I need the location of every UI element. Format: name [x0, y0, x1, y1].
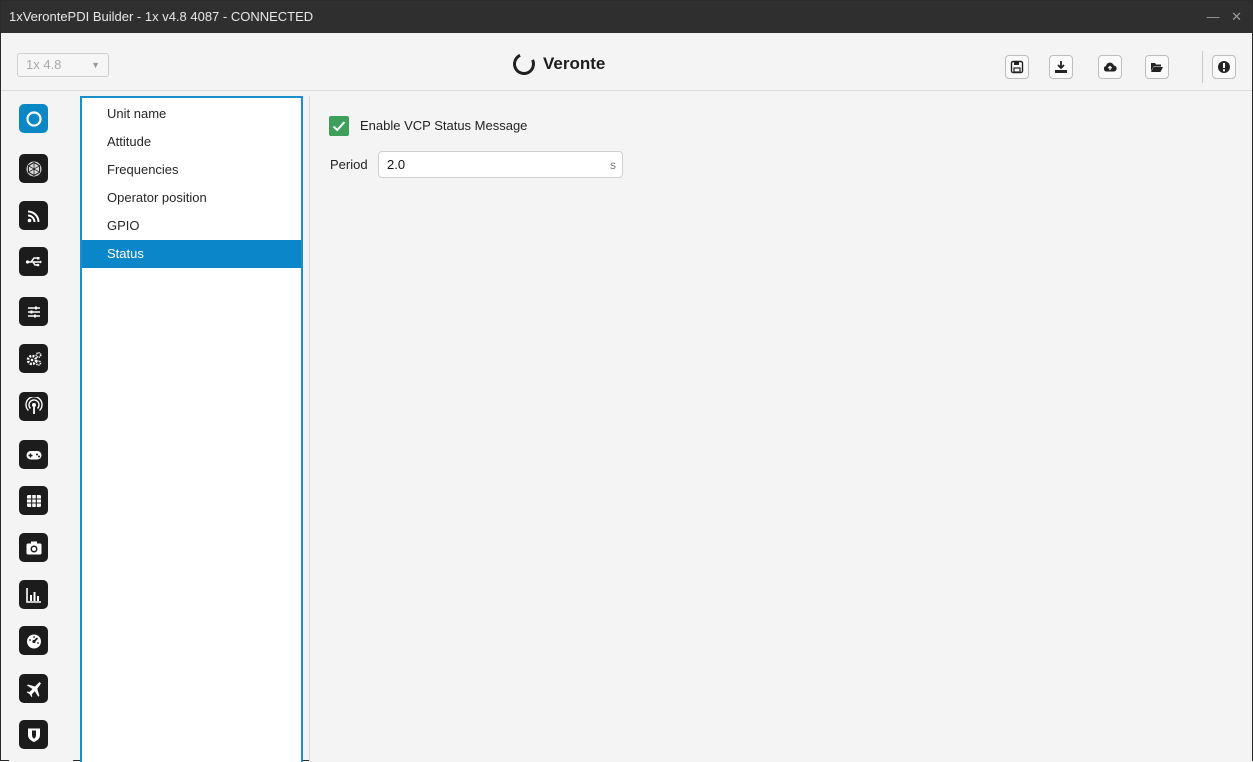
- period-value: 2.0: [387, 157, 406, 172]
- shield-icon: [27, 728, 40, 742]
- save-button[interactable]: [1005, 55, 1029, 79]
- sliders-icon: [27, 306, 40, 317]
- wifi-signal-icon: [27, 210, 39, 222]
- sidebar-signal-button[interactable]: [19, 201, 48, 230]
- gamepad-icon: [26, 450, 41, 459]
- tree-item-status[interactable]: Status: [82, 240, 301, 268]
- title-bar: 1xVerontePDI Builder - 1x v4.8 4087 - CO…: [1, 1, 1252, 33]
- veronte-logo-icon: [509, 49, 539, 79]
- open-folder-button[interactable]: [1145, 55, 1169, 79]
- airplane-icon: [26, 681, 41, 697]
- chevron-down-icon: ▼: [91, 60, 100, 70]
- download-button[interactable]: [1049, 55, 1073, 79]
- sidebar-usb-button[interactable]: [19, 247, 48, 276]
- version-select[interactable]: 1x 4.8 ▼: [17, 53, 109, 77]
- camera-icon: [26, 541, 41, 554]
- info-icon: [1218, 61, 1230, 73]
- tree-item-gpio[interactable]: GPIO: [82, 212, 301, 240]
- cloud-upload-button[interactable]: [1098, 55, 1122, 79]
- tree-item-attitude[interactable]: Attitude: [82, 128, 301, 156]
- hexagon-network-icon: [26, 161, 41, 176]
- enable-vcp-status-checkbox[interactable]: [329, 116, 349, 136]
- folder-open-icon: [1151, 63, 1163, 72]
- tree-item-operator-position[interactable]: Operator position: [82, 184, 301, 212]
- status-panel: Enable VCP Status Message Period 2.0 s: [309, 96, 1252, 762]
- sidebar-matrix-button[interactable]: [19, 486, 48, 515]
- sidebar-settings-button[interactable]: [19, 297, 48, 326]
- version-value: 1x 4.8: [26, 57, 62, 72]
- sidebar-joystick-button[interactable]: [19, 440, 48, 469]
- sidebar-security-button[interactable]: [19, 720, 48, 749]
- toolbar: 1x 4.8 ▼ Veronte: [1, 33, 1252, 91]
- usb-icon: [25, 256, 42, 266]
- sidebar-flight-button[interactable]: [19, 674, 48, 703]
- gauge-icon: [26, 634, 41, 648]
- sidebar: [9, 96, 73, 762]
- window-title: 1xVerontePDI Builder - 1x v4.8 4087 - CO…: [9, 9, 314, 24]
- sidebar-antenna-button[interactable]: [19, 392, 48, 421]
- window-controls[interactable]: — ✕: [1206, 1, 1246, 33]
- tree-item-unit-name[interactable]: Unit name: [82, 100, 301, 128]
- download-icon: [1055, 61, 1067, 73]
- tree-item-frequencies[interactable]: Frequencies: [82, 156, 301, 184]
- checkmark-icon: [332, 121, 346, 132]
- bar-chart-icon: [25, 587, 41, 603]
- gears-icon: [26, 351, 42, 366]
- sidebar-dashboard-button[interactable]: [19, 626, 48, 655]
- brand-name: Veronte: [543, 54, 606, 73]
- veronte-ring-icon: [25, 110, 42, 127]
- enable-vcp-status-label: Enable VCP Status Message: [360, 118, 528, 133]
- period-label: Period: [330, 157, 368, 172]
- settings-tree: Unit name Attitude Frequencies Operator …: [80, 96, 303, 762]
- period-input[interactable]: 2.0 s: [378, 151, 623, 178]
- sidebar-chart-button[interactable]: [19, 580, 48, 609]
- sidebar-veronte-button[interactable]: [19, 104, 48, 133]
- brand: Veronte: [509, 49, 606, 79]
- info-button[interactable]: [1212, 55, 1236, 79]
- period-unit: s: [610, 158, 616, 172]
- cloud-upload-icon: [1103, 62, 1117, 72]
- grid-icon: [26, 494, 41, 507]
- toolbar-separator: [1202, 51, 1203, 83]
- app-window: 1xVerontePDI Builder - 1x v4.8 4087 - CO…: [0, 0, 1253, 762]
- save-icon: [1010, 60, 1024, 74]
- antenna-icon: [24, 396, 43, 414]
- sidebar-camera-button[interactable]: [19, 533, 48, 562]
- sidebar-network-button[interactable]: [19, 154, 48, 183]
- sidebar-configuration-button[interactable]: [19, 344, 48, 373]
